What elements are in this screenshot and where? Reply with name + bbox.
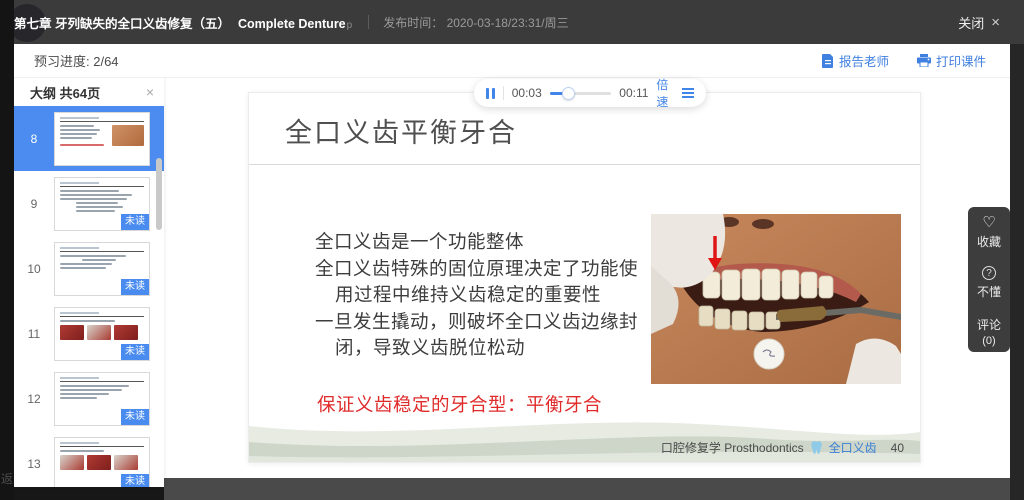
comment-button[interactable]: 评论 (0) (977, 316, 1001, 347)
header-divider (368, 15, 369, 29)
outline-close-icon[interactable]: × (146, 84, 154, 100)
thumbnail-row-9[interactable]: 9 未读 (14, 171, 164, 236)
question-circle-icon: ? (982, 266, 996, 280)
thumbnail-row-8[interactable]: 8 (14, 106, 164, 171)
thumbnail-number: 8 (14, 132, 54, 146)
thumbnail-number: 13 (14, 457, 54, 471)
comment-count: (0) (982, 335, 995, 347)
lesson-title-cn: 第七章 牙列缺失的全口义齿修复（五） (14, 17, 230, 31)
favorite-button[interactable]: ♡ 收藏 (977, 216, 1001, 250)
lesson-title-suffix: p (347, 20, 353, 31)
slide-canvas: 全口义齿平衡牙合 全口义齿是一个功能整体 全口义齿特殊的固位原理决定了功能使 用… (248, 92, 921, 463)
action-panel: ♡ 收藏 ? 不懂 评论 (0) (968, 207, 1010, 352)
dimmed-page-right-edge (1010, 44, 1024, 500)
thumbnail-number: 12 (14, 392, 54, 406)
slide-title: 全口义齿平衡牙合 (285, 111, 517, 150)
lesson-title: 第七章 牙列缺失的全口义齿修复（五） Complete Denturep (14, 13, 352, 32)
lesson-title-en: Complete Denture (238, 17, 346, 31)
topic-name: 全口义齿 (829, 439, 877, 456)
thumbnail-photos (60, 455, 144, 470)
document-icon (822, 54, 834, 68)
thumbnail-number: 9 (14, 197, 54, 211)
playback-speed-button[interactable]: 倍速 (656, 76, 674, 110)
unread-badge: 未读 (121, 279, 149, 295)
header-bar: 第七章 牙列缺失的全口义齿修复（五） Complete Denturep 发布时间… (0, 0, 1024, 44)
outline-sidebar: 大纲 共64页 × 8 9 (14, 78, 164, 487)
tooth-icon (810, 440, 823, 455)
heart-icon: ♡ (982, 216, 995, 230)
preview-progress: 预习进度: 2/64 (34, 51, 119, 70)
slide-thumbnail: 未读 (54, 242, 150, 296)
thumbnail-photos (60, 325, 144, 340)
seek-slider[interactable] (550, 87, 612, 100)
slide-thumbnail: 未读 (54, 177, 150, 231)
slide-thumbnail: 未读 (54, 437, 150, 488)
course-name: 口腔修复学 Prosthodontics (661, 439, 804, 456)
total-time: 00:11 (619, 86, 648, 100)
slider-knob[interactable] (562, 87, 575, 100)
playlist-menu-icon[interactable] (682, 88, 694, 98)
thumbnail-row-11[interactable]: 11 未读 (14, 301, 164, 366)
thumbnail-photo (112, 125, 144, 146)
slide-thumbnail (54, 112, 150, 166)
dimmed-page-bottom-left (14, 487, 164, 500)
report-teacher-button[interactable]: 报告老师 (822, 51, 889, 70)
outline-title: 大纲 共64页 (30, 83, 100, 102)
slide-title-rule (249, 164, 920, 165)
publish-time: 发布时间： 2020-03-18/23:31/周三 (383, 14, 568, 31)
current-time: 00:03 (512, 86, 542, 100)
unread-badge: 未读 (121, 344, 149, 360)
print-courseware-button[interactable]: 打印课件 (917, 51, 986, 70)
thumbnail-list: 8 9 未读 (14, 106, 164, 487)
slide-footer: 口腔修复学 Prosthodontics 全口义齿 40 (661, 439, 904, 456)
thumbnail-number: 11 (14, 327, 54, 341)
background-back-hint: 返 (1, 470, 13, 487)
unread-badge: 未读 (121, 214, 149, 230)
slide-thumbnail: 未读 (54, 372, 150, 426)
unread-badge: 未读 (121, 474, 149, 488)
pause-button[interactable] (486, 88, 495, 99)
slide-thumbnail: 未读 (54, 307, 150, 361)
clinical-photo (651, 214, 901, 384)
thumbnail-row-10[interactable]: 10 未读 (14, 236, 164, 301)
close-icon: × (991, 14, 1000, 31)
sub-toolbar: 预习进度: 2/64 报告老师 打印课件 (14, 44, 1010, 78)
sidebar-scrollbar[interactable] (156, 158, 162, 230)
audio-player: 00:03 00:11 倍速 (474, 79, 706, 107)
unread-badge: 未读 (121, 409, 149, 425)
thumbnail-row-13[interactable]: 13 未读 (14, 431, 164, 487)
confused-button[interactable]: ? 不懂 (977, 266, 1001, 300)
dimmed-page-left-edge: 返 (0, 0, 14, 500)
thumbnail-row-12[interactable]: 12 未读 (14, 366, 164, 431)
player-divider (503, 86, 504, 100)
slide-body-text: 全口义齿是一个功能整体 全口义齿特殊的固位原理决定了功能使 用过程中维持义齿稳定… (315, 229, 638, 362)
printer-icon (917, 54, 931, 67)
slide-page-number: 40 (891, 441, 904, 455)
thumbnail-number: 10 (14, 262, 54, 276)
close-button[interactable]: 关闭 × (958, 0, 1000, 44)
